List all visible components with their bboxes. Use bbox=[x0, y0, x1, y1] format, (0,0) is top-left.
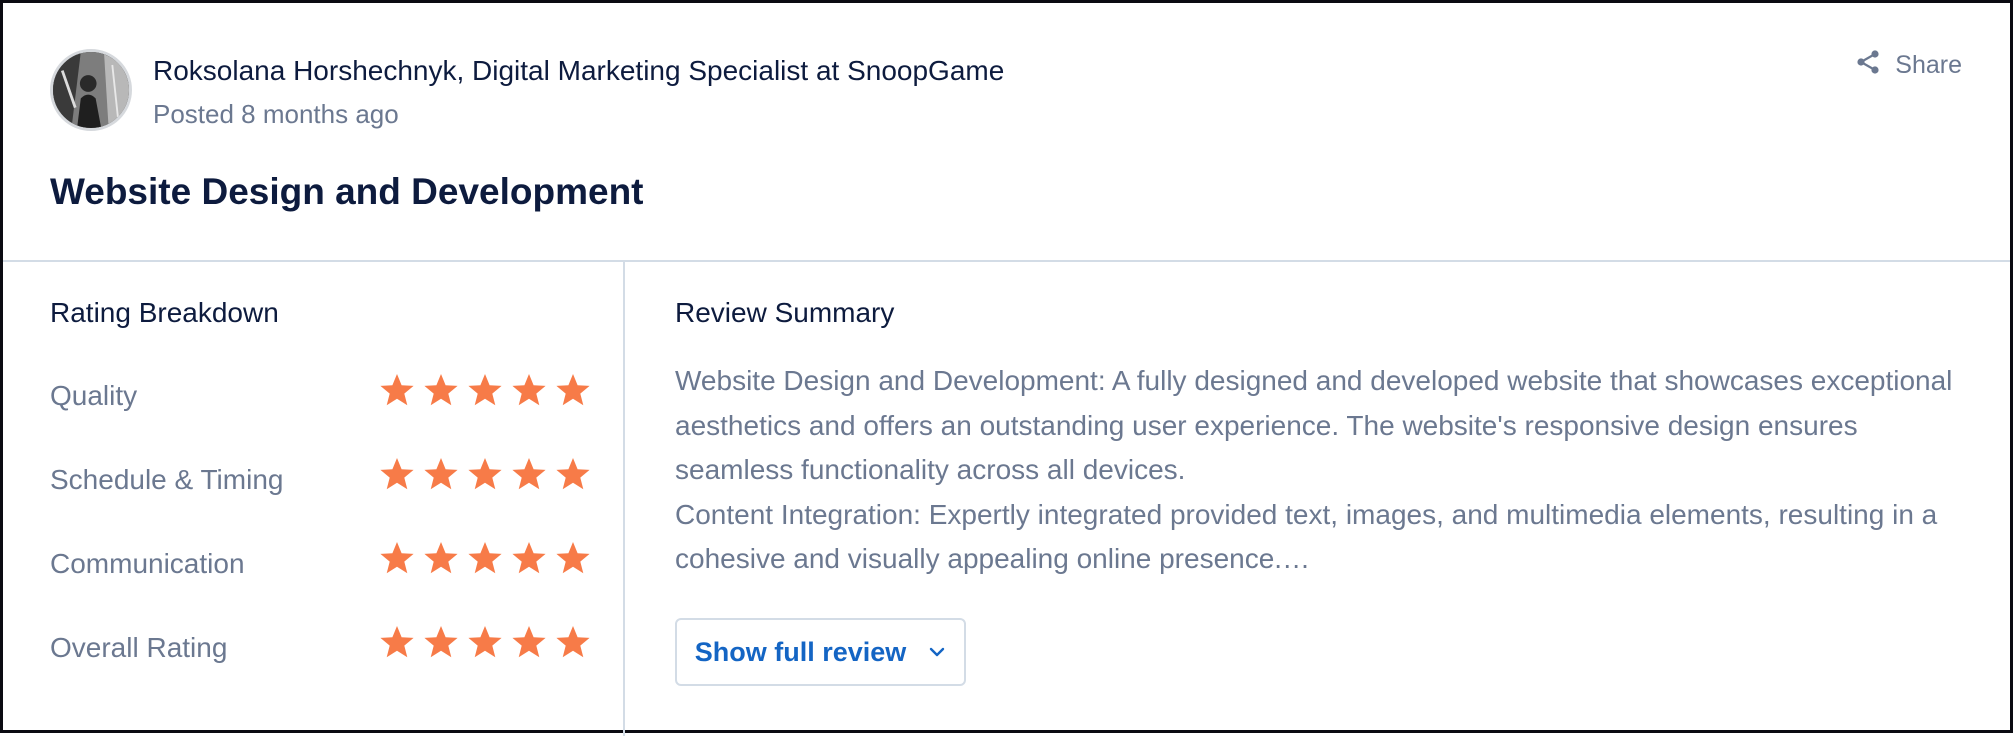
share-label: Share bbox=[1895, 51, 1962, 79]
star-icon bbox=[424, 626, 458, 658]
star-icon bbox=[512, 626, 546, 658]
review-title: Website Design and Development bbox=[50, 171, 644, 212]
star-icon bbox=[424, 542, 458, 574]
star-icon bbox=[468, 374, 502, 406]
rating-row-quality: Quality bbox=[50, 372, 600, 422]
star-icon bbox=[468, 626, 502, 658]
star-icon bbox=[512, 374, 546, 406]
star-icon bbox=[512, 542, 546, 574]
summary-paragraph: Content Integration: Expertly integrated… bbox=[675, 498, 1938, 575]
star-icon bbox=[556, 626, 590, 658]
star-icon bbox=[424, 458, 458, 490]
rating-label: Overall Rating bbox=[50, 632, 228, 663]
star-icon bbox=[380, 458, 414, 490]
rating-breakdown-heading: Rating Breakdown bbox=[50, 297, 279, 328]
star-icon bbox=[556, 542, 590, 574]
rating-row-schedule: Schedule & Timing bbox=[50, 456, 600, 506]
review-summary-heading: Review Summary bbox=[675, 297, 895, 328]
rating-label: Quality bbox=[50, 380, 138, 411]
rating-row-communication: Communication bbox=[50, 540, 600, 590]
star-icon bbox=[468, 542, 502, 574]
posted-time: Posted 8 months ago bbox=[153, 99, 399, 129]
rating-row-overall: Overall Rating bbox=[50, 624, 600, 674]
author-name: Roksolana Horshechnyk, Digital Marketing… bbox=[153, 55, 1005, 86]
star-rating bbox=[378, 540, 592, 578]
avatar-photo bbox=[53, 52, 129, 128]
review-header: Roksolana Horshechnyk, Digital Marketing… bbox=[3, 3, 2010, 261]
star-rating bbox=[378, 372, 592, 410]
summary-paragraph: Website Design and Development: A fully … bbox=[675, 365, 1953, 485]
star-icon bbox=[380, 626, 414, 658]
review-card: Roksolana Horshechnyk, Digital Marketing… bbox=[0, 0, 2013, 736]
star-icon bbox=[468, 458, 502, 490]
star-icon bbox=[512, 458, 546, 490]
star-rating bbox=[378, 456, 592, 494]
star-icon bbox=[556, 374, 590, 406]
chevron-down-icon bbox=[928, 637, 946, 668]
show-full-review-button[interactable]: Show full review bbox=[675, 618, 966, 686]
star-icon bbox=[424, 374, 458, 406]
column-divider bbox=[623, 262, 625, 736]
show-full-review-label: Show full review bbox=[694, 636, 907, 667]
star-icon bbox=[380, 542, 414, 574]
rating-label: Communication bbox=[50, 548, 245, 579]
star-rating bbox=[378, 624, 592, 662]
rating-breakdown: Rating Breakdown Quality Schedule & Timi… bbox=[50, 262, 600, 732]
star-icon bbox=[380, 374, 414, 406]
review-summary-text: Website Design and Development: A fully … bbox=[675, 359, 1965, 582]
avatar bbox=[50, 49, 132, 131]
rating-label: Schedule & Timing bbox=[50, 464, 284, 495]
share-icon bbox=[1855, 49, 1881, 82]
review-summary: Review Summary Website Design and Develo… bbox=[675, 262, 1975, 732]
share-button[interactable]: Share bbox=[1855, 49, 1962, 82]
star-icon bbox=[556, 458, 590, 490]
